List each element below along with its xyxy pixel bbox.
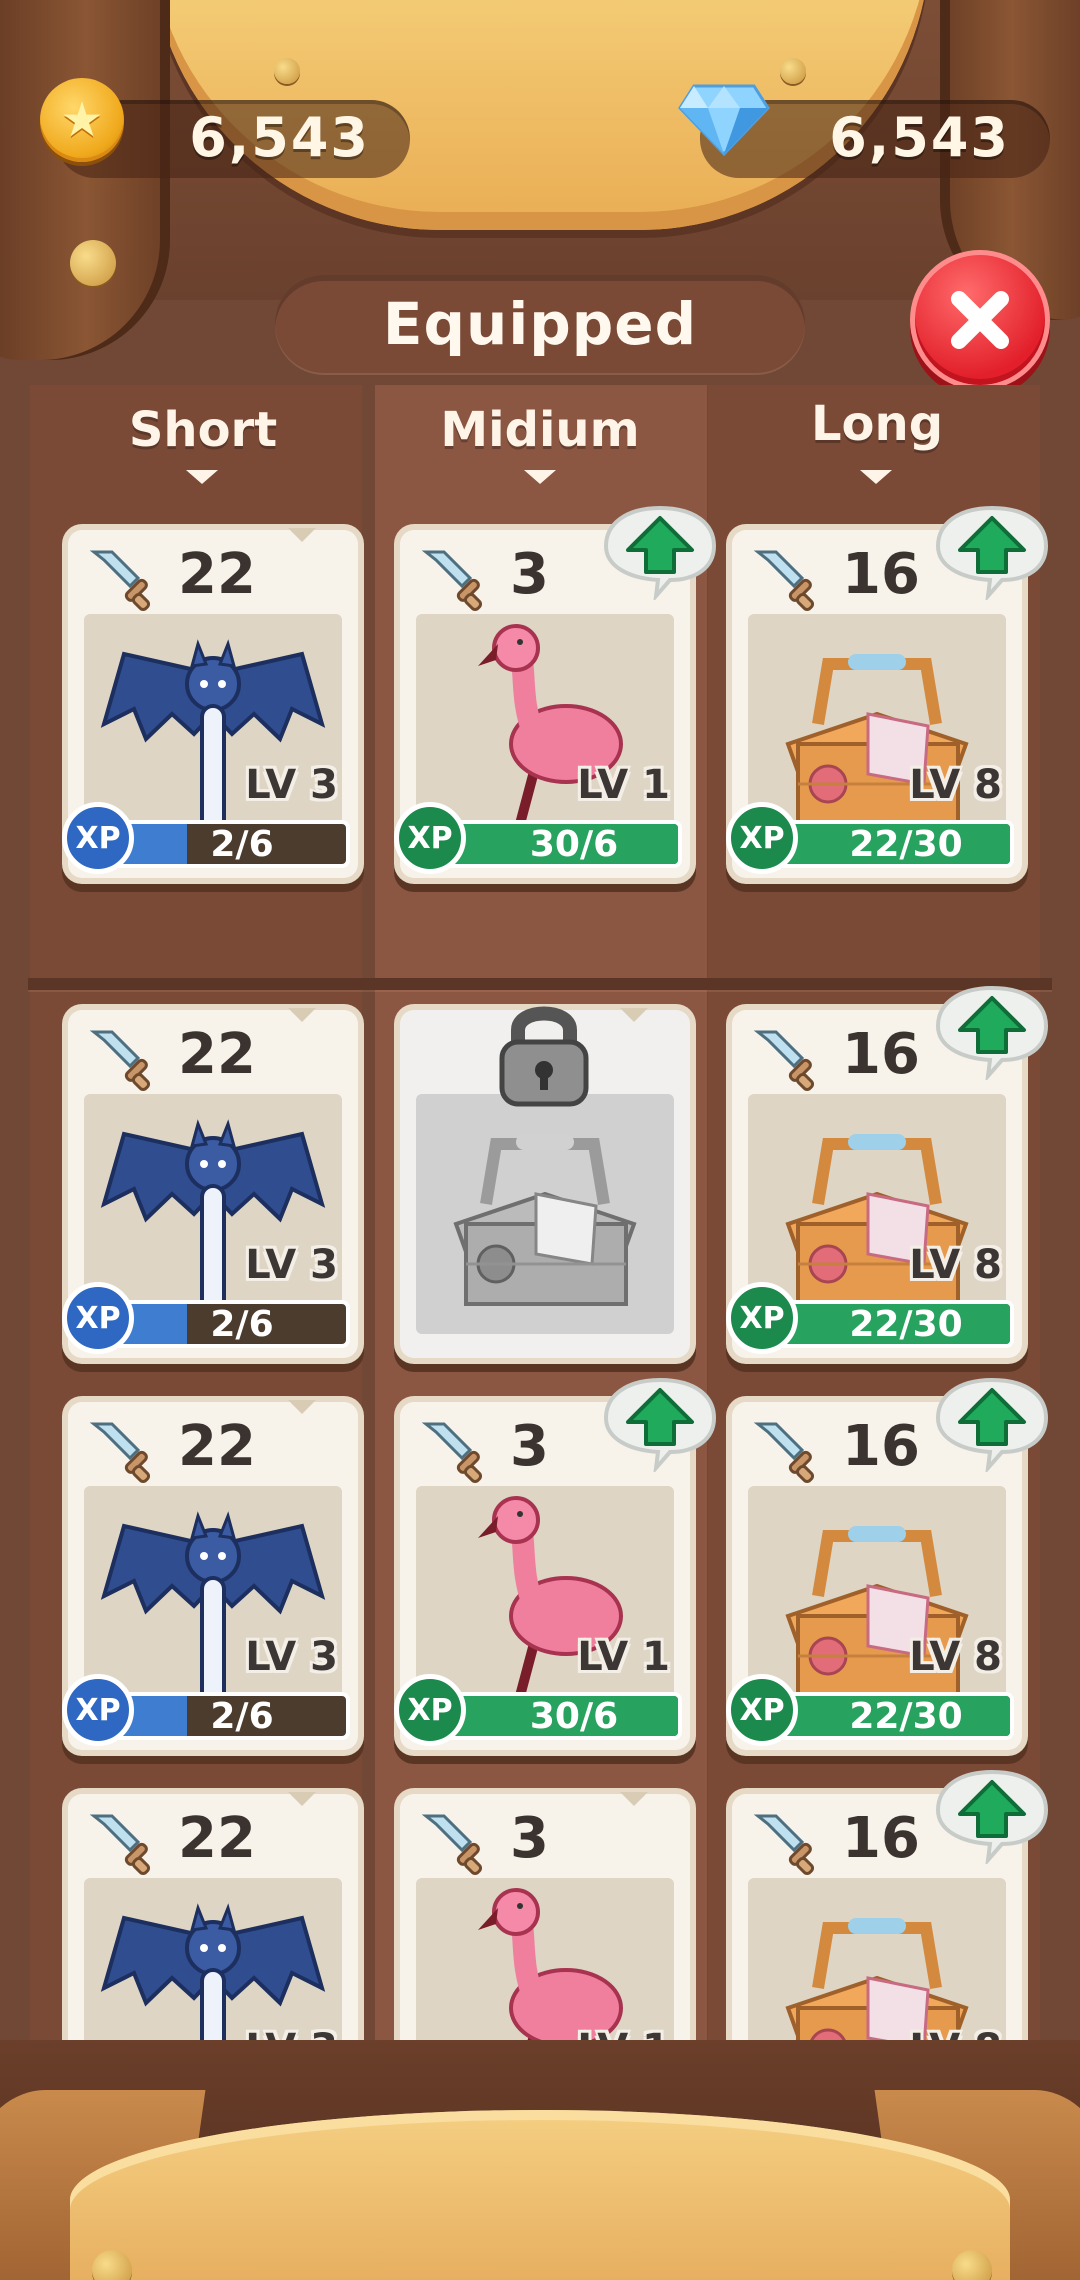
column-header-long[interactable]: Long	[712, 396, 1042, 452]
equipment-card[interactable]: 22 LV 3 2/6 XP	[62, 1008, 358, 1358]
picnic-basket-item-icon	[453, 1134, 637, 1306]
attack-power: 3	[510, 542, 549, 607]
xp-badge-icon: XP	[394, 1674, 466, 1746]
card-notch	[620, 1008, 648, 1022]
attack-sword-icon	[753, 550, 815, 612]
xp-progress-bar: 2/6	[104, 1692, 350, 1740]
attack-power: 22	[178, 1414, 256, 1479]
upgrade-available-icon[interactable]	[932, 1372, 1052, 1472]
attack-sword-icon	[421, 1422, 483, 1484]
xp-progress-text: 30/6	[529, 823, 619, 865]
bat-item-icon	[100, 1903, 326, 2045]
xp-progress-bar: 2/6	[104, 1300, 350, 1348]
attack-power: 16	[842, 1022, 920, 1087]
upgrade-available-icon[interactable]	[932, 1764, 1052, 1864]
item-level: LV 8	[909, 1634, 1002, 1680]
xp-progress-bar: 22/30	[768, 1300, 1014, 1348]
coin-amount: 6,543	[189, 106, 370, 169]
page-title: Equipped	[382, 290, 698, 358]
flamingo-item-icon	[478, 1888, 623, 2045]
card-notch	[288, 1792, 316, 1806]
sort-arrow-short-icon	[186, 470, 218, 484]
card-art	[416, 1094, 674, 1334]
xp-badge-icon: XP	[726, 1282, 798, 1354]
attack-power: 22	[178, 1022, 256, 1087]
xp-progress-text: 2/6	[210, 823, 274, 865]
attack-sword-icon	[753, 1422, 815, 1484]
xp-progress-bar: 22/30	[768, 820, 1014, 868]
card-art	[748, 1878, 1006, 2045]
xp-progress-text: 2/6	[210, 1303, 274, 1345]
coin-icon: ★	[40, 78, 124, 162]
equipment-card[interactable]: 22 LV 3	[68, 1792, 358, 2045]
locked-equipment-card[interactable]	[400, 1006, 690, 1358]
picnic-basket-item-icon	[785, 1918, 969, 2045]
sort-arrow-midium-icon	[524, 470, 556, 484]
item-level: LV 8	[909, 1242, 1002, 1288]
attack-power: 3	[510, 1414, 549, 1479]
upgrade-available-icon[interactable]	[600, 1372, 720, 1472]
card-notch	[288, 1008, 316, 1022]
close-icon	[951, 291, 1009, 349]
attack-power: 3	[510, 1806, 549, 1871]
attack-sword-icon	[89, 550, 151, 612]
xp-badge-icon: XP	[62, 1282, 134, 1354]
card-notch	[620, 1792, 648, 1806]
xp-badge-icon: XP	[62, 1674, 134, 1746]
attack-sword-icon	[89, 1030, 151, 1092]
lock-icon	[499, 1006, 589, 1107]
sort-arrow-long-icon	[860, 470, 892, 484]
equipment-screen: 6,543 ★ 6,543 Equipped Short Midium Long…	[0, 0, 1080, 2280]
xp-progress-text: 22/30	[849, 1303, 963, 1345]
gem-icon	[678, 84, 770, 157]
equipment-card[interactable]: 22 LV 3 2/6 XP	[62, 528, 358, 878]
attack-sword-icon	[421, 550, 483, 612]
attack-power: 16	[842, 1806, 920, 1871]
title-banner: Equipped	[275, 275, 805, 373]
xp-progress-bar: 2/6	[104, 820, 350, 868]
equipment-card[interactable]: 22 LV 3 2/6 XP	[62, 1400, 358, 1750]
xp-progress-bar: 30/6	[436, 1692, 682, 1740]
attack-power: 22	[178, 542, 256, 607]
item-level: LV 3	[245, 1634, 338, 1680]
bottom-band-decoration	[70, 2110, 1010, 2280]
attack-sword-icon	[421, 1814, 483, 1876]
equipment-card[interactable]: 3 LV 1	[400, 1792, 690, 2045]
attack-sword-icon	[89, 1422, 151, 1484]
attack-power: 22	[178, 1806, 256, 1871]
attack-sword-icon	[753, 1030, 815, 1092]
xp-badge-icon: XP	[394, 802, 466, 874]
attack-power: 16	[842, 542, 920, 607]
column-header-midium[interactable]: Midium	[375, 402, 705, 458]
card-notch	[288, 528, 316, 542]
item-level: LV 3	[245, 762, 338, 808]
xp-badge-icon: XP	[726, 802, 798, 874]
card-notch	[288, 1400, 316, 1414]
item-level: LV 1	[577, 1634, 670, 1680]
attack-sword-icon	[753, 1814, 815, 1876]
xp-progress-bar: 30/6	[436, 820, 682, 868]
item-level: LV 8	[909, 762, 1002, 808]
xp-progress-text: 30/6	[529, 1695, 619, 1737]
item-level: LV 3	[245, 1242, 338, 1288]
upgrade-available-icon[interactable]	[600, 500, 720, 600]
column-header-short[interactable]: Short	[38, 402, 368, 458]
left-strap-decoration	[0, 0, 170, 360]
attack-power: 16	[842, 1414, 920, 1479]
xp-badge-icon: XP	[62, 802, 134, 874]
xp-progress-bar: 22/30	[768, 1692, 1014, 1740]
card-art	[84, 1878, 342, 2045]
gem-amount: 6,543	[829, 106, 1010, 169]
card-art	[416, 1878, 674, 2045]
xp-progress-text: 22/30	[849, 1695, 963, 1737]
attack-sword-icon	[89, 1814, 151, 1876]
xp-progress-text: 2/6	[210, 1695, 274, 1737]
xp-badge-icon: XP	[726, 1674, 798, 1746]
upgrade-available-icon[interactable]	[932, 500, 1052, 600]
close-button[interactable]	[910, 250, 1050, 390]
item-level: LV 1	[577, 762, 670, 808]
upgrade-available-icon[interactable]	[932, 980, 1052, 1080]
xp-progress-text: 22/30	[849, 823, 963, 865]
equipment-grid: 22 LV 3 2/6 XP 3 LV 1 30/6 XP 16 LV 8 22…	[0, 500, 1080, 2045]
